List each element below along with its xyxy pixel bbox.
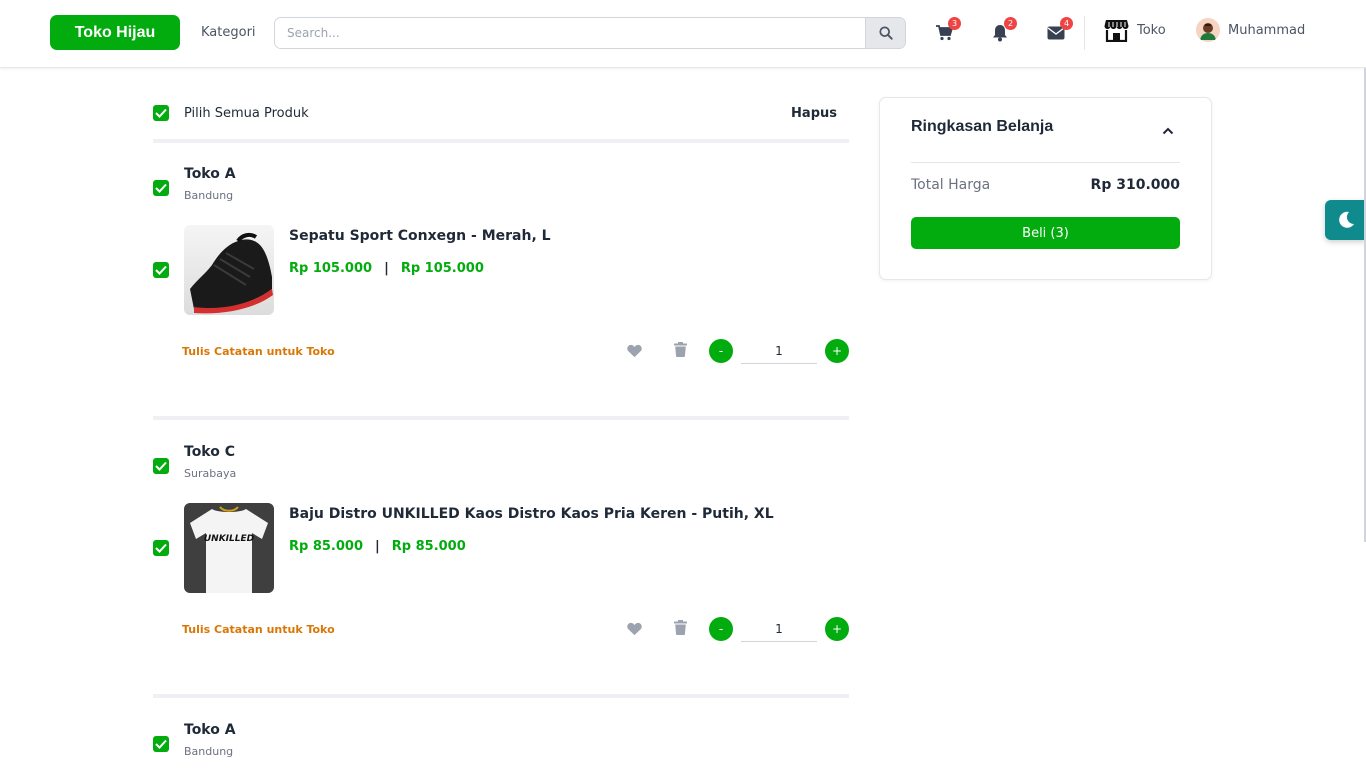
check-icon: [155, 461, 167, 471]
check-icon: [155, 543, 167, 553]
inbox-button[interactable]: 4: [1045, 17, 1073, 44]
store-group: Toko C Surabaya UNKILLED Baju Distro UNK…: [153, 444, 849, 642]
select-all-checkbox[interactable]: [153, 105, 169, 121]
heart-icon: [627, 622, 642, 636]
summary-divider: [911, 162, 1180, 163]
top-navbar: Toko Hijau Kategori 3 2 4 Toko Muhammad: [0, 0, 1366, 68]
store-checkbox[interactable]: [153, 180, 169, 196]
heart-icon: [627, 344, 642, 358]
quantity-input[interactable]: [741, 616, 817, 642]
store-header: Toko C Surabaya: [153, 444, 849, 488]
trash-icon: [674, 342, 687, 357]
section-divider: [153, 694, 849, 698]
increase-qty-button[interactable]: +: [825, 617, 849, 641]
notification-badge: 2: [1004, 17, 1017, 30]
section-divider: [153, 416, 849, 420]
decrease-qty-button[interactable]: -: [709, 339, 733, 363]
brand-logo-button[interactable]: Toko Hijau: [50, 15, 180, 50]
user-menu[interactable]: Muhammad: [1196, 17, 1305, 43]
trash-icon: [674, 620, 687, 635]
store-group: Toko A Bandung Sepatu Sport Conxegn - Me…: [153, 166, 849, 364]
product-price-total: Rp 85.000: [391, 539, 466, 554]
toko-link[interactable]: Toko: [1104, 17, 1166, 43]
remove-item-button[interactable]: [674, 620, 687, 639]
store-city: Bandung: [184, 745, 234, 758]
tshirt-print-text: UNKILLED: [204, 534, 255, 544]
select-all-label: Pilih Semua Produk: [184, 105, 309, 121]
avatar: [1196, 18, 1220, 42]
product-price: Rp 85.000: [289, 539, 364, 554]
store-checkbox[interactable]: [153, 458, 169, 474]
write-note-link[interactable]: Tulis Catatan untuk Toko: [182, 345, 335, 358]
cart-button[interactable]: 3: [933, 17, 961, 44]
item-checkbox[interactable]: [153, 540, 169, 556]
store-city: Surabaya: [184, 467, 237, 480]
search-button[interactable]: [865, 18, 905, 48]
notification-button[interactable]: 2: [989, 17, 1017, 44]
store-checkbox[interactable]: [153, 736, 169, 752]
product-price-row: Rp 105.000 | Rp 105.000: [289, 261, 484, 276]
section-divider: [153, 139, 849, 143]
store-name[interactable]: Toko C: [184, 444, 235, 460]
total-price-label: Total Harga: [911, 177, 991, 193]
item-actions: Tulis Catatan untuk Toko - +: [153, 338, 849, 364]
summary-title: Ringkasan Belanja: [911, 118, 1054, 135]
kategori-link[interactable]: Kategori: [201, 25, 256, 40]
product-name[interactable]: Baju Distro UNKILLED Kaos Distro Kaos Pr…: [289, 506, 774, 522]
search-bar: [274, 17, 906, 49]
cart-item: Sepatu Sport Conxegn - Merah, L Rp 105.0…: [153, 225, 849, 315]
moon-icon: [1338, 211, 1354, 228]
item-checkbox[interactable]: [153, 262, 169, 278]
navbar-divider: [1084, 16, 1085, 50]
store-header: Toko A Bandung: [153, 722, 849, 766]
quantity-input[interactable]: [741, 338, 817, 364]
product-price: Rp 105.000: [289, 261, 373, 276]
increase-qty-button[interactable]: +: [825, 339, 849, 363]
product-price-row: Rp 85.000 | Rp 85.000: [289, 539, 466, 554]
buy-button[interactable]: Beli (3): [911, 217, 1180, 249]
shopping-summary-card: Ringkasan Belanja Total Harga Rp 310.000…: [879, 97, 1212, 280]
store-icon: [1104, 20, 1129, 42]
store-name[interactable]: Toko A: [184, 166, 236, 182]
product-price-total: Rp 105.000: [400, 261, 484, 276]
search-icon: [878, 26, 893, 40]
check-icon: [155, 739, 167, 749]
store-header: Toko A Bandung: [153, 166, 849, 210]
price-separator: |: [375, 539, 380, 554]
chevron-up-icon: [1162, 127, 1174, 135]
search-input[interactable]: [275, 18, 865, 48]
product-name[interactable]: Sepatu Sport Conxegn - Merah, L: [289, 228, 551, 244]
cart-item: UNKILLED Baju Distro UNKILLED Kaos Distr…: [153, 503, 849, 593]
store-city: Bandung: [184, 189, 234, 202]
check-icon: [155, 265, 167, 275]
inbox-badge: 4: [1060, 17, 1073, 30]
check-icon: [155, 183, 167, 193]
product-image-sneaker[interactable]: [184, 225, 274, 315]
wishlist-button[interactable]: [627, 343, 642, 362]
user-name: Muhammad: [1228, 22, 1306, 38]
cart-badge: 3: [948, 17, 961, 30]
collapse-summary-button[interactable]: [1162, 120, 1174, 139]
wishlist-button[interactable]: [627, 621, 642, 640]
toko-label: Toko: [1137, 22, 1166, 38]
check-icon: [155, 108, 167, 118]
select-all-row: Pilih Semua Produk Hapus: [153, 104, 849, 122]
total-price-value: Rp 310.000: [1090, 177, 1180, 193]
store-name[interactable]: Toko A: [184, 722, 236, 738]
decrease-qty-button[interactable]: -: [709, 617, 733, 641]
write-note-link[interactable]: Tulis Catatan untuk Toko: [182, 623, 335, 636]
item-actions: Tulis Catatan untuk Toko - +: [153, 616, 849, 642]
product-image-tshirt[interactable]: UNKILLED: [184, 503, 274, 593]
remove-item-button[interactable]: [674, 342, 687, 361]
price-separator: |: [384, 261, 389, 276]
store-group: Toko A Bandung: [153, 722, 849, 766]
delete-button[interactable]: Hapus: [791, 106, 837, 121]
dark-mode-toggle[interactable]: [1325, 200, 1366, 240]
